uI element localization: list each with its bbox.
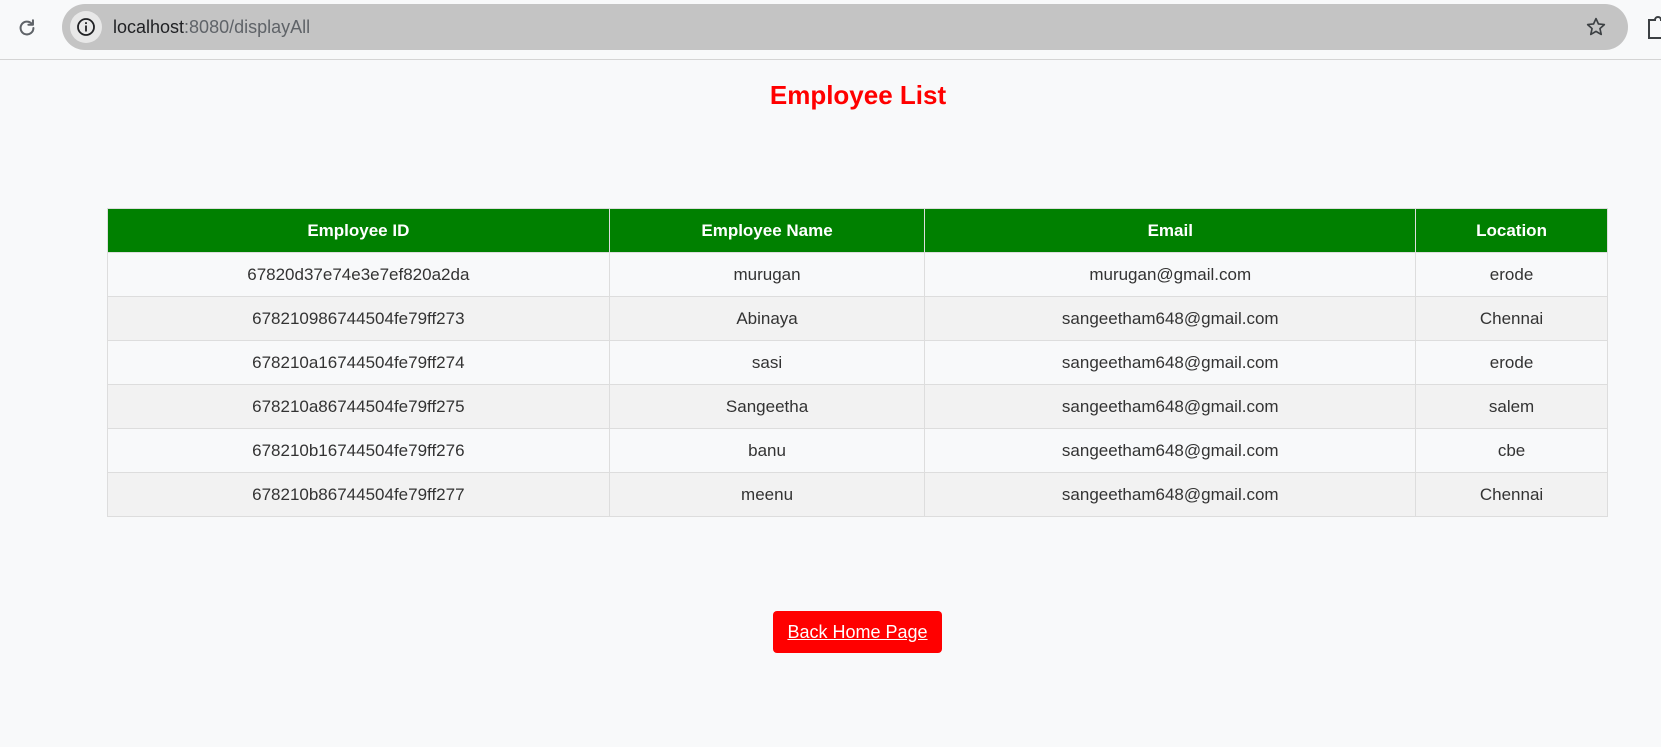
employee-name-cell: sasi: [608, 340, 926, 385]
address-bar[interactable]: localhost:8080/displayAll: [62, 4, 1628, 50]
email-cell: sangeetham648@gmail.com: [924, 340, 1417, 385]
employee-id-cell: 678210986744504fe79ff273: [107, 296, 610, 341]
table-row: 678210a16744504fe79ff274 sasi sangeetham…: [107, 340, 1608, 385]
info-icon[interactable]: [70, 11, 102, 43]
table-row: 678210986744504fe79ff273 Abinaya sangeet…: [107, 296, 1608, 341]
employee-id-cell: 678210b16744504fe79ff276: [107, 428, 610, 473]
employee-id-cell: 67820d37e74e3e7ef820a2da: [107, 252, 610, 297]
table-row: 67820d37e74e3e7ef820a2da murugan murugan…: [107, 252, 1608, 297]
table-row: 678210b16744504fe79ff276 banu sangeetham…: [107, 428, 1608, 473]
star-icon[interactable]: [1584, 15, 1608, 39]
location-cell: erode: [1415, 340, 1608, 385]
email-cell: sangeetham648@gmail.com: [924, 384, 1417, 429]
location-cell: salem: [1415, 384, 1608, 429]
back-home-button[interactable]: Back Home Page: [773, 611, 942, 653]
url-host: localhost: [113, 17, 185, 37]
table-row: 678210a86744504fe79ff275 Sangeetha sange…: [107, 384, 1608, 429]
column-header: Email: [924, 208, 1417, 253]
employee-name-cell: banu: [608, 428, 926, 473]
employee-table: Employee ID Employee Name Email Location…: [107, 208, 1608, 517]
location-cell: erode: [1415, 252, 1608, 297]
employee-name-cell: Abinaya: [608, 296, 926, 341]
employee-id-cell: 678210b86744504fe79ff277: [107, 472, 610, 517]
email-cell: sangeetham648@gmail.com: [924, 428, 1417, 473]
browser-toolbar: localhost:8080/displayAll: [0, 0, 1661, 60]
employee-name-cell: meenu: [608, 472, 926, 517]
employee-id-cell: 678210a16744504fe79ff274: [107, 340, 610, 385]
column-header: Employee ID: [107, 208, 610, 253]
column-header: Location: [1415, 208, 1608, 253]
location-cell: cbe: [1415, 428, 1608, 473]
employee-id-cell: 678210a86744504fe79ff275: [107, 384, 610, 429]
page-title: Employee List: [769, 80, 947, 110]
table-row: 678210b86744504fe79ff277 meenu sangeetha…: [107, 472, 1608, 517]
employee-name-cell: murugan: [608, 252, 926, 297]
table-header-row: Employee ID Employee Name Email Location: [107, 208, 1608, 253]
url-path: :8080/displayAll: [184, 17, 311, 37]
employee-name-cell: Sangeetha: [608, 384, 926, 429]
extension-icon[interactable]: [1645, 14, 1661, 42]
url-text[interactable]: localhost:8080/displayAll: [113, 4, 310, 50]
email-cell: sangeetham648@gmail.com: [924, 296, 1417, 341]
location-cell: Chennai: [1415, 472, 1608, 517]
reload-icon[interactable]: [14, 15, 40, 41]
location-cell: Chennai: [1415, 296, 1608, 341]
email-cell: sangeetham648@gmail.com: [924, 472, 1417, 517]
column-header: Employee Name: [608, 208, 926, 253]
email-cell: murugan@gmail.com: [924, 252, 1417, 297]
